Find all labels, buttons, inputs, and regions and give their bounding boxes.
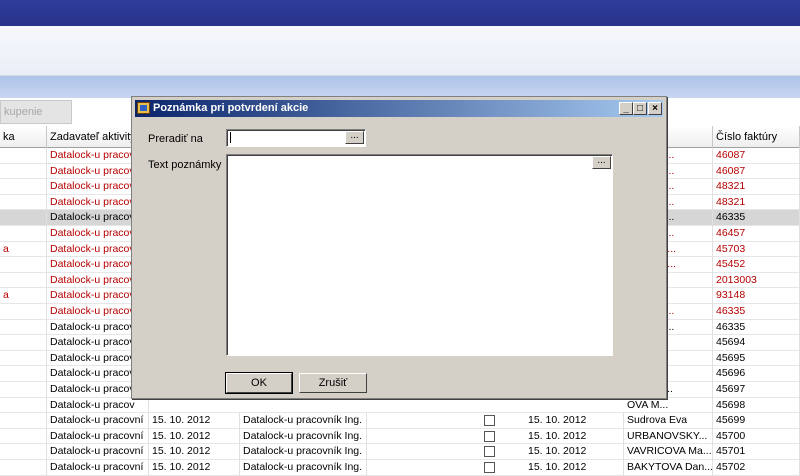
cell-invoice-number: 93148 — [713, 288, 800, 304]
column-header[interactable]: Číslo faktúry — [713, 126, 800, 148]
cell-activity — [0, 304, 47, 320]
cell-activity — [0, 428, 47, 445]
cell-invoice-number: 45452 — [713, 257, 800, 273]
note-dialog: Poznámka pri potvrdení akcie _ □ × Prera… — [131, 96, 667, 399]
cell-activity — [0, 163, 47, 180]
minimize-button[interactable]: _ — [619, 102, 633, 115]
cell-assignee: Datalock-u pracovník Ing. — [240, 413, 367, 429]
cell-activity — [0, 366, 47, 382]
cell-invoice-number: 45697 — [713, 382, 800, 398]
cell-company: Sudrova Eva — [624, 413, 713, 429]
cell-date-confirmed: 15. 10. 2012 — [525, 444, 624, 460]
table-row[interactable]: Datalock-u pracovní 15. 10. 2012 Datalock-… — [0, 428, 800, 445]
cell-date: 15. 10. 2012 — [149, 413, 240, 429]
cell-invoice-number: 2013003 — [713, 272, 800, 289]
cell-activity — [0, 460, 47, 476]
cell-activity — [0, 413, 47, 429]
cell-activity — [0, 257, 47, 273]
cell-company: OVA M... — [624, 397, 713, 414]
cell-invoice-number: 45701 — [713, 444, 800, 460]
cell-date-confirmed: 15. 10. 2012 — [525, 428, 624, 445]
app-icon — [137, 102, 150, 114]
cell-requester: Datalock-u pracov — [47, 397, 149, 414]
cell-company: URBANOVSKY... — [624, 428, 713, 445]
table-row[interactable]: Datalock-u pracovní 15. 10. 2012 Datalock-… — [0, 444, 800, 460]
row-checkbox[interactable] — [484, 446, 495, 458]
cancel-button[interactable]: Zrušiť — [299, 373, 367, 393]
cell-invoice-number: 46335 — [713, 319, 800, 336]
cell-company: BAKYTOVA Dan... — [624, 460, 713, 476]
cell-assignee: Datalock-u pracovník Ing. — [240, 444, 367, 460]
cell-requester: Datalock-u pracovní — [47, 428, 149, 445]
cell-assignee: Datalock-u pracovník Ing. — [240, 428, 367, 445]
cell-invoice-number: 48321 — [713, 194, 800, 211]
dialog-title: Poznámka pri potvrdení akcie — [153, 102, 309, 114]
cell-activity: a — [0, 241, 47, 258]
note-expand-button[interactable]: ... — [592, 156, 611, 169]
cell-date: 15. 10. 2012 — [149, 428, 240, 445]
cell-invoice-number: 48321 — [713, 179, 800, 195]
cell-activity — [0, 397, 47, 414]
cell-invoice-number: 46335 — [713, 304, 800, 320]
cell-invoice-number: 46087 — [713, 163, 800, 180]
cell-assignee: Datalock-u pracovník Ing. — [240, 460, 367, 476]
cell-date-confirmed: 15. 10. 2012 — [525, 460, 624, 476]
row-checkbox[interactable] — [484, 430, 495, 442]
cell-invoice-number: 45700 — [713, 428, 800, 445]
cell-invoice-number: 45698 — [713, 397, 800, 414]
cell-requester: Datalock-u pracovní — [47, 413, 149, 429]
cell-invoice-number: 45695 — [713, 350, 800, 367]
app-title-bar — [0, 0, 800, 26]
cell-date: 15. 10. 2012 — [149, 460, 240, 476]
cell-requester: Datalock-u pracovní — [47, 460, 149, 476]
reassign-label: Preradiť na — [148, 133, 203, 145]
cell-activity — [0, 319, 47, 336]
tab-kupenie[interactable]: kupenie — [0, 100, 72, 124]
row-checkbox[interactable] — [484, 415, 495, 427]
cell-activity: a — [0, 288, 47, 304]
cell-invoice-number: 45699 — [713, 413, 800, 429]
cell-invoice-number: 45703 — [713, 241, 800, 258]
cell-invoice-number: 46087 — [713, 148, 800, 164]
cell-date: 15. 10. 2012 — [149, 444, 240, 460]
cell-invoice-number: 46335 — [713, 210, 800, 226]
table-row[interactable]: Datalock-u pracovní 15. 10. 2012 Datalock-… — [0, 460, 800, 476]
ribbon — [0, 26, 800, 76]
cell-invoice-number: 46457 — [713, 226, 800, 242]
maximize-button[interactable]: □ — [633, 102, 647, 115]
cell-date-confirmed: 15. 10. 2012 — [525, 413, 624, 429]
cell-activity — [0, 179, 47, 195]
cell-company: VAVRICOVA Ma... — [624, 444, 713, 460]
table-row[interactable]: Datalock-u pracovní 15. 10. 2012 Datalock-… — [0, 413, 800, 429]
cell-activity — [0, 148, 47, 164]
note-textarea[interactable] — [226, 154, 613, 356]
cell-requester: Datalock-u pracovní — [47, 444, 149, 460]
reassign-browse-button[interactable]: ... — [345, 131, 364, 144]
cell-invoice-number: 45694 — [713, 335, 800, 351]
close-button[interactable]: × — [648, 102, 662, 115]
note-label: Text poznámky — [148, 159, 222, 171]
ribbon-strip — [0, 76, 800, 98]
cell-activity — [0, 272, 47, 289]
cell-activity — [0, 444, 47, 460]
table-row[interactable]: Datalock-u pracov OVA M... 45698 — [0, 397, 800, 414]
ok-button[interactable]: OK — [225, 372, 293, 394]
cell-activity — [0, 226, 47, 242]
column-header[interactable]: ka — [0, 126, 47, 148]
cell-invoice-number: 45702 — [713, 460, 800, 476]
cell-activity — [0, 350, 47, 367]
cell-activity — [0, 382, 47, 398]
text-caret — [230, 132, 231, 143]
cell-activity — [0, 335, 47, 351]
cell-activity — [0, 194, 47, 211]
cell-invoice-number: 45696 — [713, 366, 800, 382]
dialog-title-bar[interactable]: Poznámka pri potvrdení akcie _ □ × — [135, 100, 663, 117]
cell-activity — [0, 210, 47, 226]
row-checkbox[interactable] — [484, 462, 495, 473]
